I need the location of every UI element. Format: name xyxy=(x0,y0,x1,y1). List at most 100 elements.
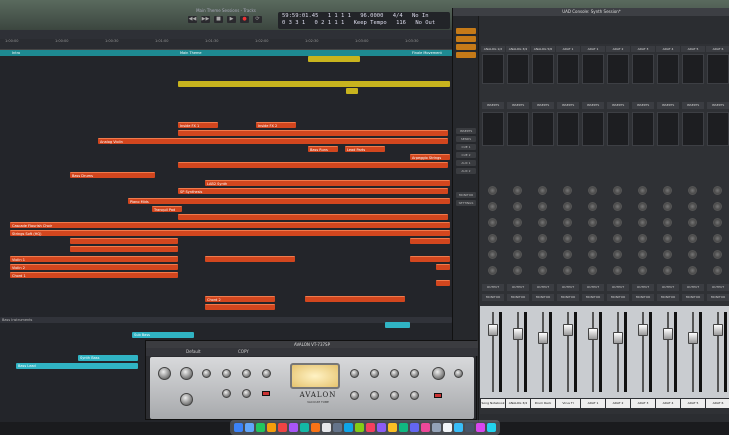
threshold-knob[interactable] xyxy=(202,369,211,378)
dock-app-icon[interactable] xyxy=(311,423,320,432)
side-button-aux1[interactable]: AUX 1 xyxy=(456,160,476,166)
region[interactable]: Arpeggio Strings xyxy=(410,154,450,160)
region[interactable]: Chord 2 xyxy=(205,296,275,302)
send-knob[interactable] xyxy=(613,218,622,227)
dock-app-icon[interactable] xyxy=(443,423,452,432)
dock-app-icon[interactable] xyxy=(278,423,287,432)
region[interactable] xyxy=(436,264,450,270)
channel-input[interactable]: ADAT 3 xyxy=(631,46,655,52)
eq-knob[interactable] xyxy=(350,369,359,378)
send-knob[interactable] xyxy=(613,202,622,211)
side-button-settings[interactable]: SETTINGS xyxy=(456,200,476,206)
send-knob[interactable] xyxy=(663,202,672,211)
dock-app-icon[interactable] xyxy=(366,423,375,432)
channel-input[interactable]: ADAT 1 xyxy=(556,46,580,52)
forward-button[interactable]: ▶▶ xyxy=(201,15,210,23)
region[interactable] xyxy=(178,81,450,87)
region[interactable]: Chord 1 xyxy=(10,272,178,278)
region[interactable]: Bass Drums xyxy=(70,172,155,178)
send-knob[interactable] xyxy=(563,202,572,211)
dock-app-icon[interactable] xyxy=(399,423,408,432)
marker-region[interactable]: Intro xyxy=(10,50,170,56)
region[interactable] xyxy=(308,56,360,62)
send-knob[interactable] xyxy=(588,234,597,243)
send-knob[interactable] xyxy=(638,250,647,259)
volume-fader[interactable] xyxy=(688,332,698,344)
region[interactable]: Tranquil Pad xyxy=(152,206,182,212)
side-button[interactable] xyxy=(456,44,476,50)
dock-app-icon[interactable] xyxy=(432,423,441,432)
dock-app-icon[interactable] xyxy=(234,423,243,432)
region[interactable]: Strings Soft (HQ) xyxy=(10,230,450,236)
insert-slot[interactable] xyxy=(707,112,729,146)
side-button-sends[interactable]: SENDS xyxy=(456,136,476,142)
dock-app-icon[interactable] xyxy=(465,423,474,432)
dock-app-icon[interactable] xyxy=(355,423,364,432)
send-knob[interactable] xyxy=(513,186,522,195)
region[interactable]: Cascade Flourish Choir xyxy=(10,222,450,228)
region[interactable] xyxy=(410,256,450,262)
side-button-cue2[interactable]: CUE 2 xyxy=(456,152,476,158)
dock-app-icon[interactable] xyxy=(377,423,386,432)
lcd-display[interactable]: 59:59:01.45 1 1 1 1 96.0000 4/4 No In 0 … xyxy=(278,12,450,29)
send-knob[interactable] xyxy=(513,218,522,227)
channel-input[interactable]: ADAT 2 xyxy=(606,46,630,52)
dock-app-icon[interactable] xyxy=(388,423,397,432)
release-knob[interactable] xyxy=(242,369,251,378)
send-knob[interactable] xyxy=(488,202,497,211)
preset-select[interactable]: Default xyxy=(186,348,201,356)
stop-button[interactable]: ■ xyxy=(214,15,223,23)
send-knob[interactable] xyxy=(638,218,647,227)
send-knob[interactable] xyxy=(663,186,672,195)
send-knob[interactable] xyxy=(488,266,497,275)
volume-fader[interactable] xyxy=(513,328,523,340)
send-knob[interactable] xyxy=(638,266,647,275)
send-knob[interactable] xyxy=(538,202,547,211)
channel-input[interactable]: ADAT 6 xyxy=(706,46,729,52)
dock-app-icon[interactable] xyxy=(300,423,309,432)
record-button[interactable]: ● xyxy=(240,15,249,23)
dock-app-icon[interactable] xyxy=(289,423,298,432)
send-knob[interactable] xyxy=(638,234,647,243)
gr-knob[interactable] xyxy=(242,389,251,398)
send-knob[interactable] xyxy=(638,202,647,211)
insert-slot[interactable] xyxy=(507,112,529,146)
dock-app-icon[interactable] xyxy=(421,423,430,432)
region[interactable]: Bass Runs xyxy=(308,146,338,152)
channel-input[interactable]: ANALOG 1/2 xyxy=(481,46,505,52)
send-knob[interactable] xyxy=(488,218,497,227)
channel-input[interactable]: ADAT 5 xyxy=(681,46,705,52)
send-knob[interactable] xyxy=(688,218,697,227)
send-knob[interactable] xyxy=(688,250,697,259)
dock-app-icon[interactable] xyxy=(256,423,265,432)
send-knob[interactable] xyxy=(488,250,497,259)
eq-knob[interactable] xyxy=(370,391,379,400)
side-button[interactable] xyxy=(456,36,476,42)
dock-app-icon[interactable] xyxy=(333,423,342,432)
dock-app-icon[interactable] xyxy=(454,423,463,432)
send-knob[interactable] xyxy=(663,266,672,275)
region[interactable] xyxy=(385,322,410,328)
cycle-button[interactable]: ⟳ xyxy=(253,15,262,23)
insert-slot[interactable] xyxy=(607,112,629,146)
dock-app-icon[interactable] xyxy=(487,423,496,432)
send-knob[interactable] xyxy=(588,186,597,195)
region[interactable] xyxy=(70,246,178,252)
insert-slot[interactable] xyxy=(532,112,554,146)
volume-fader[interactable] xyxy=(588,328,598,340)
send-knob[interactable] xyxy=(563,218,572,227)
marker-region[interactable]: Finale Movement xyxy=(410,50,452,56)
region[interactable] xyxy=(410,238,450,244)
send-knob[interactable] xyxy=(688,202,697,211)
send-knob[interactable] xyxy=(688,186,697,195)
eq-knob[interactable] xyxy=(370,369,379,378)
input-jack[interactable] xyxy=(180,393,193,406)
send-knob[interactable] xyxy=(538,186,547,195)
region[interactable]: Inside FX 2 xyxy=(256,122,296,128)
insert-slot[interactable] xyxy=(682,112,704,146)
send-knob[interactable] xyxy=(488,234,497,243)
side-button-monitor[interactable]: MONITOR xyxy=(456,192,476,198)
play-button[interactable]: ▶ xyxy=(227,15,236,23)
send-knob[interactable] xyxy=(688,266,697,275)
send-knob[interactable] xyxy=(513,234,522,243)
